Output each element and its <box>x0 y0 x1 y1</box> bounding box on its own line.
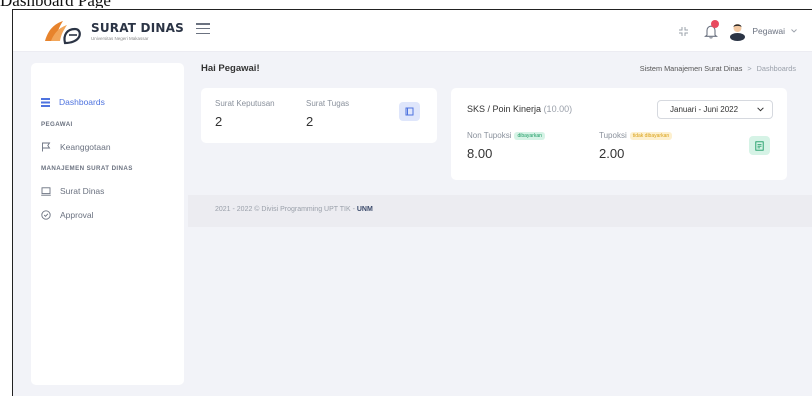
app-subtitle: Universitas Negeri Makassar <box>91 36 149 41</box>
tupoksi-value: 2.00 <box>599 146 625 161</box>
page-caption: Dashboard Page <box>0 0 111 8</box>
non-tupoksi-value: 8.00 <box>467 146 493 161</box>
hamburger-icon[interactable] <box>196 23 210 35</box>
sks-total: (10.00) <box>543 104 573 114</box>
sidebar-heading-manajemen: MANAJEMEN SURAT DINAS <box>41 165 133 172</box>
fullscreen-icon[interactable] <box>669 18 697 44</box>
app-logo[interactable]: SURAT DINAS Universitas Negeri Makassar <box>41 17 184 45</box>
surat-keputusan-value: 2 <box>215 114 223 129</box>
tupoksi-badge: tidak dibayarkan <box>629 132 673 140</box>
monitor-icon <box>41 186 51 196</box>
chevron-down-icon <box>757 107 764 112</box>
breadcrumb-root[interactable]: Sistem Manajemen Surat Dinas <box>640 64 743 73</box>
period-value: Januari - Juni 2022 <box>670 105 739 114</box>
user-name: Pegawai <box>752 26 785 36</box>
unm-logo-icon <box>45 21 81 45</box>
sidebar-item-surat-dinas[interactable]: Surat Dinas <box>41 186 104 196</box>
app-window: SURAT DINAS Universitas Negeri Makassar <box>12 9 812 396</box>
breadcrumb-separator: > <box>747 64 752 73</box>
document-icon[interactable] <box>749 136 770 155</box>
sidebar-item-label: Dashboards <box>59 97 105 107</box>
sidebar-item-dashboards[interactable]: Dashboards <box>41 97 105 107</box>
non-tupoksi-label-text: Non Tupoksi <box>467 131 512 140</box>
surat-stats-card: Surat Keputusan 2 Surat Tugas 2 <box>201 88 437 143</box>
breadcrumb: Sistem Manajemen Surat Dinas > Dashboard… <box>640 64 796 73</box>
period-select[interactable]: Januari - Juni 2022 <box>657 100 773 119</box>
sidebar: Dashboards PEGAWAI Keanggotaan MANAJEMEN… <box>31 63 184 385</box>
sidebar-item-approval[interactable]: Approval <box>41 210 94 220</box>
footer-text: 2021 - 2022 © Divisi Programming UPT TIK… <box>215 206 373 213</box>
footer-brand[interactable]: UNM <box>357 206 373 213</box>
bell-icon[interactable] <box>697 18 725 44</box>
chevron-down-icon <box>791 29 797 33</box>
tupoksi-label-text: Tupoksi <box>599 131 627 140</box>
sks-card: SKS / Poin Kinerja (10.00) Januari - Jun… <box>451 88 787 180</box>
sidebar-heading-pegawai: PEGAWAI <box>41 121 73 128</box>
surat-keputusan-label: Surat Keputusan <box>215 99 275 108</box>
page-title: Hai Pegawai! <box>201 63 260 74</box>
sks-title-text: SKS / Poin Kinerja <box>467 104 542 114</box>
sidebar-item-keanggotaan[interactable]: Keanggotaan <box>41 142 111 152</box>
non-tupoksi-label: Non Tupoksi dibayarkan <box>467 131 545 140</box>
breadcrumb-current: Dashboards <box>756 64 796 73</box>
tupoksi-label: Tupoksi tidak dibayarkan <box>599 131 673 140</box>
top-bar: SURAT DINAS Universitas Negeri Makassar <box>13 10 812 52</box>
avatar-icon <box>730 24 746 41</box>
surat-tugas-value: 2 <box>306 114 314 129</box>
footer-copyright: 2021 - 2022 © Divisi Programming UPT TIK… <box>215 206 357 213</box>
grid-icon <box>41 97 50 107</box>
app-name: SURAT DINAS <box>91 21 184 35</box>
footer: 2021 - 2022 © Divisi Programming UPT TIK… <box>188 195 812 227</box>
surat-tugas-label: Surat Tugas <box>306 99 350 108</box>
book-icon[interactable] <box>399 102 420 121</box>
check-circle-icon <box>41 210 51 220</box>
non-tupoksi-badge: dibayarkan <box>514 132 545 140</box>
sks-title: SKS / Poin Kinerja (10.00) <box>467 104 572 114</box>
user-menu[interactable]: Pegawai <box>729 21 797 41</box>
sidebar-item-label: Surat Dinas <box>60 186 105 196</box>
sidebar-item-label: Keanggotaan <box>60 142 111 152</box>
top-actions: Pegawai <box>669 18 797 44</box>
sidebar-item-label: Approval <box>60 210 94 220</box>
flag-icon <box>42 142 51 152</box>
